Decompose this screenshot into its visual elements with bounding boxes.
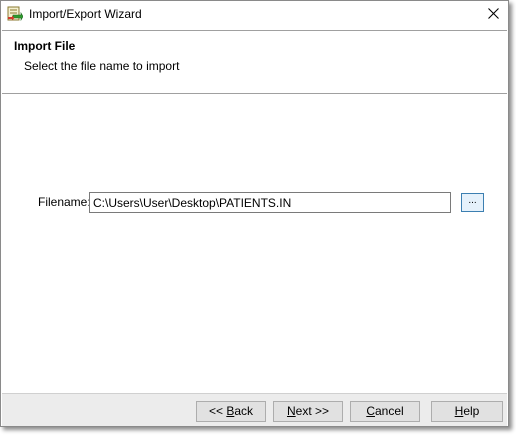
window-title: Import/Export Wizard	[29, 7, 142, 21]
wizard-body: Filename: ...	[2, 94, 507, 393]
next-button-rest: ext >>	[295, 404, 330, 418]
back-button-prefix: <<	[208, 404, 227, 418]
page-subtitle: Select the file name to import	[24, 59, 180, 73]
filename-label: Filename:	[38, 195, 91, 209]
help-button-rest: elp	[463, 404, 480, 418]
cancel-button-rest: ancel	[374, 404, 404, 418]
close-button[interactable]	[478, 1, 508, 29]
help-button[interactable]: Help	[431, 401, 503, 422]
wizard-header: Import File Select the file name to impo…	[2, 30, 507, 94]
close-icon	[487, 8, 499, 22]
cancel-button-mnemonic: C	[366, 404, 375, 418]
next-button-mnemonic: N	[286, 404, 296, 418]
wizard-footer: << Back Next >> Cancel Help	[2, 393, 507, 426]
next-button[interactable]: Next >>	[273, 401, 343, 422]
title-bar: Import/Export Wizard	[1, 1, 508, 29]
import-export-wizard-icon	[7, 6, 24, 22]
back-button-rest: ack	[234, 404, 254, 418]
page-title: Import File	[14, 39, 76, 53]
wizard-window: Import/Export Wizard Import File Select …	[0, 0, 509, 427]
browse-button[interactable]: ...	[461, 193, 484, 212]
cancel-button[interactable]: Cancel	[350, 401, 420, 422]
back-button[interactable]: << Back	[196, 401, 266, 422]
filename-input[interactable]	[89, 192, 451, 213]
